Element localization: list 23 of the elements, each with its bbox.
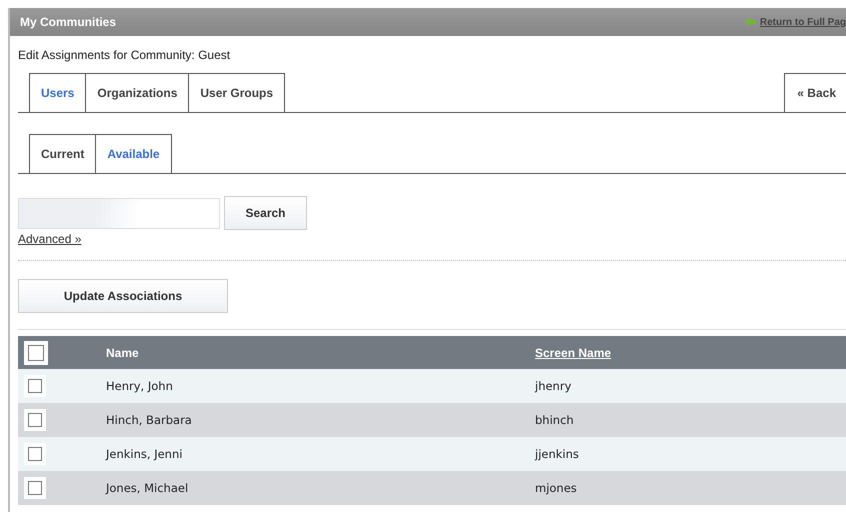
table-cell: bhinch <box>535 413 574 427</box>
table-cell: Jones, Michael <box>106 481 188 495</box>
search-field[interactable] <box>18 198 220 228</box>
table-cell: jhenry <box>535 379 572 393</box>
tab[interactable]: Users <box>29 73 86 113</box>
tab[interactable]: Organizations <box>85 73 190 113</box>
tab[interactable]: Current <box>29 134 96 174</box>
tab[interactable]: Available <box>95 134 172 174</box>
table-cell: mjones <box>535 481 577 495</box>
table-cell: Henry, John <box>106 379 173 393</box>
search-button[interactable]: Search <box>224 196 307 230</box>
page-heading: Edit Assignments for Community: Guest <box>18 47 232 63</box>
table-cell: Hinch, Barbara <box>106 413 192 427</box>
tab[interactable]: User Groups <box>188 73 286 113</box>
advanced-link[interactable]: Advanced » <box>18 232 82 246</box>
column-header-link[interactable]: Screen Name <box>535 346 612 360</box>
portlet-title: My Communities <box>20 15 116 29</box>
arrow-icon <box>744 17 756 27</box>
column-header: Name <box>106 346 139 360</box>
update-associations-button[interactable]: Update Associations <box>18 279 228 313</box>
back-tab[interactable]: « Back <box>784 73 846 113</box>
table-cell: jjenkins <box>535 447 579 461</box>
table-cell: Jenkins, Jenni <box>106 447 182 461</box>
